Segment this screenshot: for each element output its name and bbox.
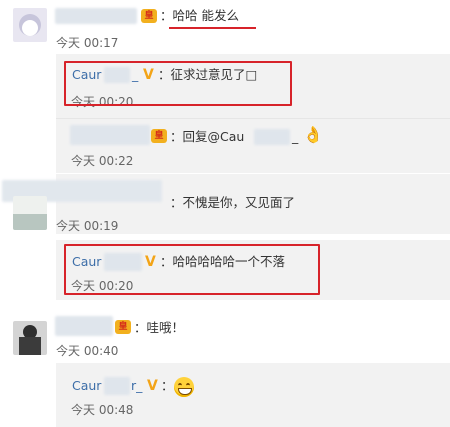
comment-time: 今天 00:40 bbox=[56, 344, 119, 358]
highlight-box bbox=[64, 244, 320, 295]
reply-username-suffix: r_ bbox=[131, 378, 143, 393]
comment-text: ：哇哦！ bbox=[134, 320, 185, 335]
verified-v-icon: V bbox=[147, 378, 158, 394]
reply-text: ： bbox=[161, 378, 174, 393]
avatar[interactable] bbox=[13, 321, 47, 355]
reply-time: 今天 00:48 bbox=[71, 403, 134, 417]
reply-area bbox=[56, 363, 450, 427]
avatar[interactable] bbox=[13, 8, 47, 42]
ok-hand-icon: 👌 bbox=[303, 125, 323, 144]
comment-time: 今天 00:17 bbox=[56, 36, 119, 50]
blurred-username bbox=[70, 125, 150, 145]
blurred-username bbox=[55, 8, 137, 24]
divider bbox=[0, 173, 450, 174]
comment-time: 今天 00:19 bbox=[56, 219, 119, 233]
blurred-username bbox=[104, 377, 130, 395]
crown-badge-icon: 皇 bbox=[115, 320, 131, 334]
highlight-box bbox=[64, 61, 292, 106]
crown-badge-icon: 皇 bbox=[141, 9, 157, 23]
reply-time: 今天 00:22 bbox=[71, 154, 134, 168]
reply-username[interactable]: Caur bbox=[72, 378, 101, 394]
reply-text-prefix: ：回复@Cau bbox=[170, 129, 245, 144]
red-underline bbox=[169, 27, 256, 29]
divider bbox=[56, 118, 450, 119]
reply-text-suffix: _ bbox=[292, 129, 299, 144]
blurred-username bbox=[55, 316, 113, 336]
avatar[interactable] bbox=[13, 196, 47, 230]
crown-badge-icon: 皇 bbox=[151, 129, 167, 143]
blurred-username bbox=[254, 129, 290, 145]
comment-text: ：不愧是你，又见面了 bbox=[170, 195, 296, 210]
grin-emoji-icon bbox=[174, 377, 194, 397]
comment-text: ：哈哈 能发么 bbox=[160, 8, 239, 23]
